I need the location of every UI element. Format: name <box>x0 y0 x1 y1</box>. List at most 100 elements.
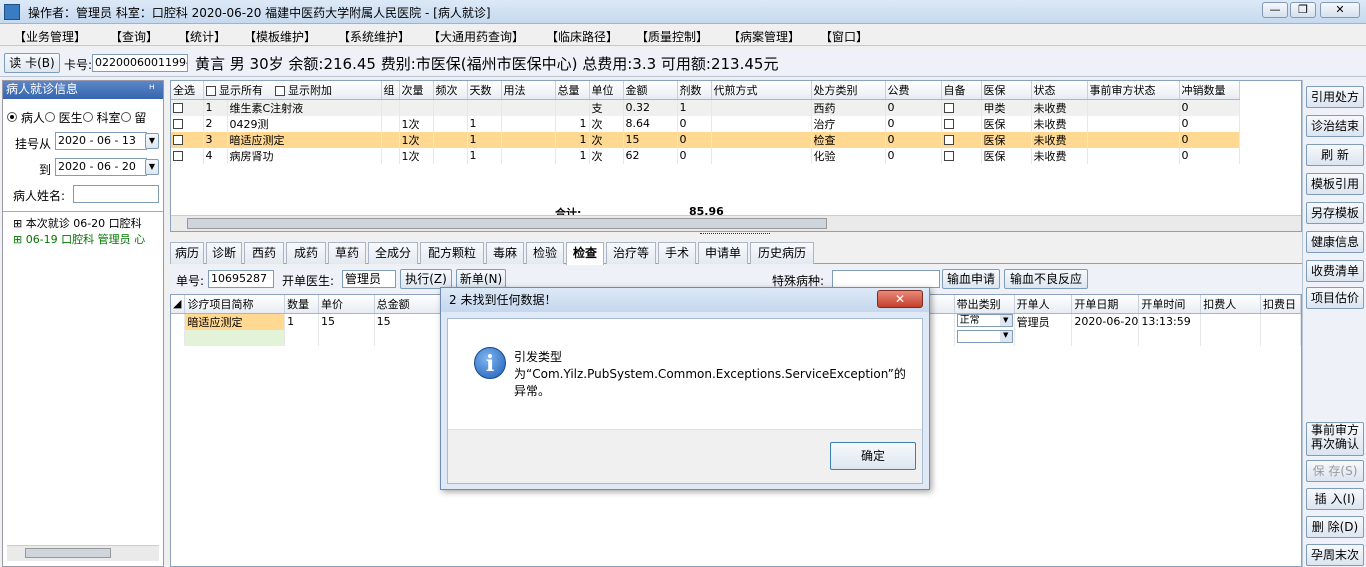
tab-western-medicine[interactable]: 西药 <box>244 242 284 264</box>
col-header-item[interactable]: 诊疗项目简称 <box>184 295 286 314</box>
chevron-down-icon[interactable]: ▼ <box>999 330 1012 342</box>
tab-medical-record[interactable]: 病历 <box>170 242 204 264</box>
menu-stats[interactable]: 【统计】 <box>178 28 226 45</box>
col-header-public[interactable]: 公费 <box>885 81 942 100</box>
tab-history[interactable]: 历史病历 <box>750 242 814 264</box>
horizontal-scrollbar[interactable] <box>171 215 1301 231</box>
new-order-button[interactable]: 新单(N) <box>456 269 506 289</box>
col-header-total[interactable]: 总量 <box>555 81 590 100</box>
new-qty-cell[interactable] <box>284 329 319 346</box>
col-header-time[interactable]: 开单时间 <box>1138 295 1202 314</box>
menu-window[interactable]: 【窗口】 <box>820 28 868 45</box>
menu-records[interactable]: 【病案管理】 <box>728 28 800 45</box>
doctor-input[interactable]: 管理员 <box>342 270 396 288</box>
tree-item-current-visit[interactable]: ⊞ 本次就诊 06-20 口腔科 <box>13 215 142 231</box>
row-qty[interactable]: 1 <box>284 313 319 330</box>
col-header-freq[interactable]: 频次 <box>433 81 468 100</box>
estimate-button[interactable]: 项目估价 <box>1306 287 1364 309</box>
self-checkbox[interactable] <box>943 119 954 129</box>
table-row[interactable]: 4 病房肾功 1次 1 1 次 62 0 化验 0 医保 未收费 0 <box>171 147 1240 164</box>
menu-drug-query[interactable]: 【大通用药查询】 <box>428 28 524 45</box>
tab-narcotics[interactable]: 毒麻 <box>486 242 524 264</box>
scrollbar-thumb[interactable] <box>25 548 111 558</box>
new-type-cell[interactable]: ▼ <box>954 329 1015 346</box>
type-select[interactable]: ▼ <box>956 329 1013 343</box>
tab-exam[interactable]: 检查 <box>566 242 604 265</box>
tab-herbal[interactable]: 草药 <box>328 242 366 264</box>
col-header-amount[interactable]: 金额 <box>623 81 678 100</box>
special-disease-input[interactable] <box>832 270 940 288</box>
col-header-group[interactable]: 组 <box>381 81 400 100</box>
col-header-self[interactable]: 自备 <box>941 81 982 100</box>
expand-icon[interactable]: ⊞ <box>13 233 22 246</box>
radio-dept[interactable] <box>82 112 93 122</box>
menu-clinical-path[interactable]: 【临床路径】 <box>546 28 618 45</box>
patient-name-input[interactable] <box>73 185 159 203</box>
from-date-input[interactable]: 2020 - 06 - 13 <box>55 132 147 150</box>
col-header-days[interactable]: 天数 <box>467 81 502 100</box>
show-all-checkbox[interactable] <box>205 85 216 96</box>
tab-application[interactable]: 申请单 <box>698 242 748 264</box>
table-row[interactable]: 1 维生素C注射液 支 0.32 1 西药 0 甲类 未收费 0 <box>171 99 1240 116</box>
finish-visit-button[interactable]: 诊治结束 <box>1306 115 1364 137</box>
type-select[interactable]: 正常 ▼ <box>956 313 1013 327</box>
insert-button[interactable]: 插 入(I) <box>1306 488 1364 510</box>
chevron-down-icon[interactable]: ▼ <box>145 159 159 175</box>
row-checkbox[interactable] <box>173 151 183 161</box>
self-checkbox[interactable] <box>943 103 954 113</box>
radio-patient[interactable] <box>7 112 17 122</box>
row-type[interactable]: 正常 ▼ <box>954 313 1015 330</box>
col-header-review[interactable]: 事前审方状态 <box>1087 81 1180 100</box>
menu-business[interactable]: 【业务管理】 <box>14 28 86 45</box>
blood-reaction-button[interactable]: 输血不良反应 <box>1004 269 1088 289</box>
delete-button[interactable]: 删 除(D) <box>1306 516 1364 538</box>
self-checkbox[interactable] <box>943 135 954 145</box>
row-item[interactable]: 暗适应测定 <box>184 313 286 330</box>
col-header-unit[interactable]: 单位 <box>589 81 624 100</box>
menu-quality[interactable]: 【质量控制】 <box>636 28 708 45</box>
tab-diagnosis[interactable]: 诊断 <box>206 242 242 264</box>
menu-system[interactable]: 【系统维护】 <box>338 28 410 45</box>
tab-treatment[interactable]: 治疗等 <box>606 242 656 264</box>
col-header-status[interactable]: 状态 <box>1031 81 1088 100</box>
save-button[interactable]: 保 存(S) <box>1306 460 1364 482</box>
table-row[interactable]: 2 0429测 1次 1 1 次 8.64 0 治疗 0 医保 未收费 0 <box>171 115 1240 132</box>
quote-prescription-button[interactable]: 引用处方 <box>1306 86 1364 108</box>
col-header-price[interactable]: 单价 <box>318 295 375 314</box>
radio-stay[interactable] <box>120 112 131 122</box>
col-header-decoct[interactable]: 代煎方式 <box>711 81 812 100</box>
dialog-close-button[interactable]: ✕ <box>877 290 923 308</box>
close-button[interactable]: ✕ <box>1320 2 1360 18</box>
refresh-button[interactable]: 刷 新 <box>1306 144 1364 166</box>
blood-apply-button[interactable]: 输血申请 <box>942 269 1000 289</box>
charge-list-button[interactable]: 收费清单 <box>1306 260 1364 282</box>
tree-item-previous-visit[interactable]: ⊞ 06-19 口腔科 管理员 心 <box>13 231 145 247</box>
read-card-button[interactable]: 读 卡(B) <box>4 53 60 73</box>
col-header-type[interactable]: 带出类别 <box>954 295 1015 314</box>
scrollbar-thumb[interactable] <box>187 218 827 229</box>
col-header-doctor[interactable]: 开单人 <box>1014 295 1073 314</box>
col-header-charger[interactable]: 扣费人 <box>1200 295 1261 314</box>
tab-patent-medicine[interactable]: 成药 <box>286 242 326 264</box>
col-header-usage[interactable]: 用法 <box>501 81 556 100</box>
col-header-qty[interactable]: 数量 <box>284 295 319 314</box>
prereview-confirm-button[interactable]: 事前审方 再次确认 <box>1306 422 1364 456</box>
health-info-button[interactable]: 健康信息 <box>1306 231 1364 253</box>
horizontal-scrollbar[interactable] <box>7 545 159 561</box>
chevron-down-icon[interactable]: ▼ <box>999 314 1012 326</box>
col-header-category[interactable]: 处方类别 <box>811 81 886 100</box>
execute-button[interactable]: 执行(Z) <box>400 269 452 289</box>
ok-button[interactable]: 确定 <box>830 442 916 470</box>
expand-icon[interactable]: ⊞ <box>13 217 22 230</box>
radio-doctor[interactable] <box>44 112 55 122</box>
row-checkbox[interactable] <box>173 119 183 129</box>
pregnancy-week-button[interactable]: 孕周末次 <box>1306 544 1364 566</box>
col-header-charge-date[interactable]: 扣费日 <box>1260 295 1301 314</box>
select-all-header[interactable]: 全选 <box>171 81 204 100</box>
save-template-button[interactable]: 另存模板 <box>1306 202 1364 224</box>
tab-full-ingredients[interactable]: 全成分 <box>368 242 418 264</box>
chevron-down-icon[interactable]: ▼ <box>145 133 159 149</box>
minimize-button[interactable]: — <box>1262 2 1288 18</box>
row-checkbox[interactable] <box>173 135 183 145</box>
row-checkbox[interactable] <box>173 103 183 113</box>
